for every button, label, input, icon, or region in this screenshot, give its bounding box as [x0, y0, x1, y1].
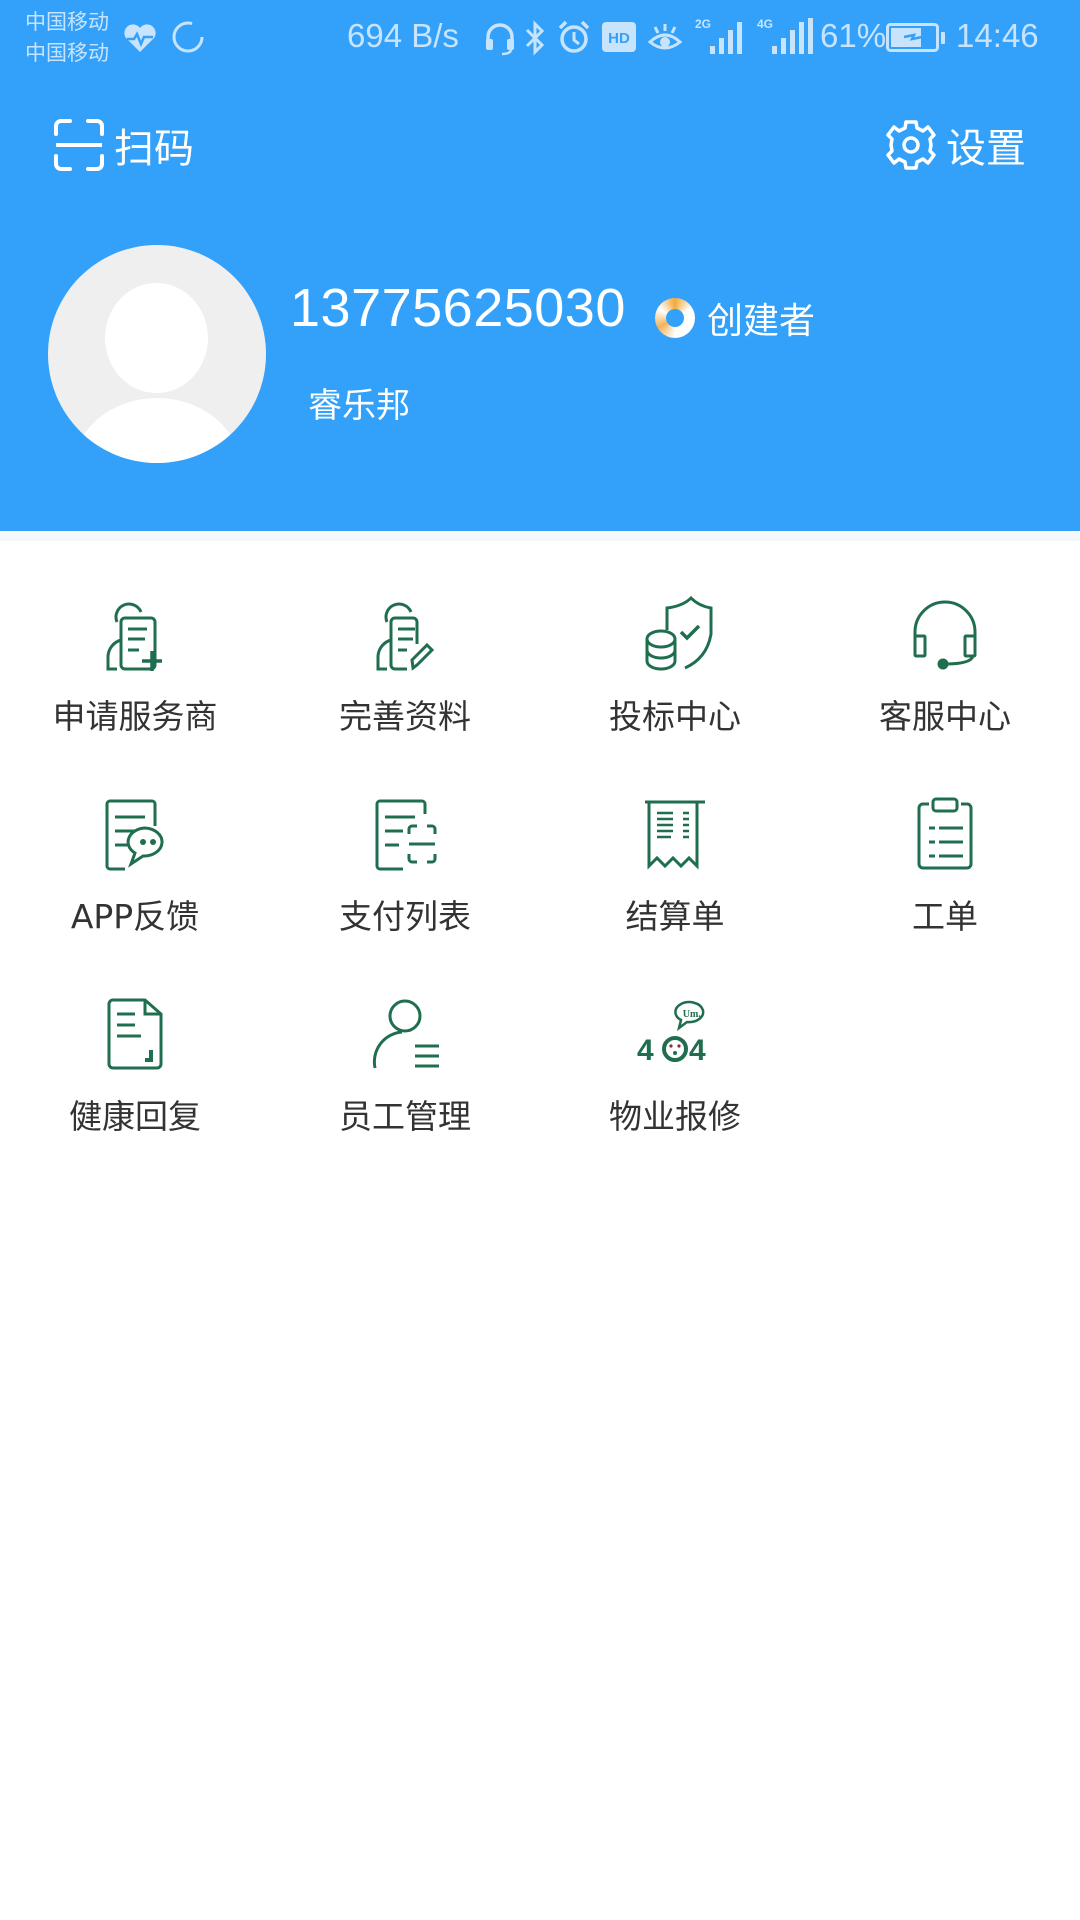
menu-item-apply-provider[interactable]: 申请服务商: [0, 580, 270, 780]
headset-icon: [484, 22, 516, 56]
receipt-icon: [635, 794, 715, 874]
feedback-chat-icon: [95, 794, 175, 874]
menu-item-label: 客服中心: [879, 697, 1011, 736]
staff-list-icon: [365, 994, 445, 1074]
avatar-head-shape: [105, 283, 208, 393]
menu-item-label: 支付列表: [339, 897, 471, 936]
scan-label: 扫码: [114, 126, 194, 172]
scan-icon: [52, 118, 106, 172]
menu-item-label: 工单: [912, 897, 978, 936]
role-badge: 创建者: [655, 292, 815, 344]
menu-item-label: 员工管理: [339, 1097, 471, 1136]
battery-percent: 61%: [820, 17, 887, 54]
role-ring-icon: [655, 298, 695, 338]
document-icon: [95, 994, 175, 1074]
loading-ring-icon: [171, 20, 205, 54]
menu-item-property-repair[interactable]: Um.. 4 4 物业报修: [540, 980, 810, 1180]
menu-item-edit-profile[interactable]: 完善资料: [270, 580, 540, 780]
apply-provider-icon: [95, 594, 175, 674]
eye-icon: [647, 20, 683, 54]
menu-item-payment-list[interactable]: 支付列表: [270, 780, 540, 980]
alarm-icon: [557, 19, 591, 55]
menu-item-label: 投标中心: [609, 697, 741, 736]
clipboard-icon: [905, 794, 985, 874]
battery-charging-icon: [886, 23, 948, 53]
company-name: 睿乐邦: [308, 386, 410, 426]
payment-list-icon: [365, 794, 445, 874]
404-repair-icon: Um.. 4 4: [635, 994, 715, 1074]
svg-text:4: 4: [637, 1034, 654, 1067]
svg-text:4G: 4G: [757, 17, 773, 31]
menu-item-label: 物业报修: [609, 1097, 741, 1136]
settings-label: 设置: [946, 126, 1026, 172]
menu-item-label: 完善资料: [339, 697, 471, 736]
bluetooth-icon: [524, 20, 546, 56]
svg-text:Um..: Um..: [683, 1009, 704, 1020]
menu-item-app-feedback[interactable]: APP反馈: [0, 780, 270, 980]
user-phone: 13775625030: [290, 278, 626, 338]
clock: 14:46: [956, 17, 1039, 54]
header-divider: [0, 533, 1080, 541]
menu-item-bidding-center[interactable]: 投标中心: [540, 580, 810, 780]
menu-item-settlement[interactable]: 结算单: [540, 780, 810, 980]
edit-profile-icon: [365, 594, 445, 674]
feature-grid: 申请服务商 完善资料 投标中心 客服中心 APP反馈 支付列表 结算单 工单 健…: [0, 580, 1080, 1180]
signal-2g-icon: 2G: [695, 16, 751, 56]
menu-item-label: APP反馈: [70, 897, 200, 936]
menu-item-label: 申请服务商: [52, 697, 218, 736]
menu-item-label: 结算单: [625, 897, 725, 936]
headset-service-icon: [905, 594, 985, 674]
net-speed: 694 B/s: [347, 17, 459, 54]
menu-item-health-reply[interactable]: 健康回复: [0, 980, 270, 1180]
carrier-1: 中国移动: [25, 10, 109, 34]
carrier-2: 中国移动: [25, 41, 109, 65]
avatar[interactable]: [48, 245, 266, 463]
role-label: 创建者: [707, 301, 816, 342]
hd-icon: HD: [602, 22, 636, 52]
svg-text:4: 4: [689, 1034, 706, 1067]
menu-item-customer-service[interactable]: 客服中心: [810, 580, 1080, 780]
svg-text:HD: HD: [608, 30, 630, 47]
svg-text:2G: 2G: [695, 17, 711, 31]
heart-rate-icon: [122, 22, 158, 54]
settings-button[interactable]: 设置: [884, 112, 1026, 178]
avatar-body-shape: [73, 398, 241, 463]
menu-item-staff-management[interactable]: 员工管理: [270, 980, 540, 1180]
bidding-shield-icon: [635, 594, 715, 674]
signal-4g-icon: 4G: [757, 16, 817, 56]
status-bar: 中国移动 中国移动 694 B/s HD 2G 4G 61% 14:46: [0, 0, 1080, 76]
scan-button[interactable]: 扫码: [52, 112, 194, 178]
menu-item-label: 健康回复: [69, 1097, 201, 1136]
menu-item-work-order[interactable]: 工单: [810, 780, 1080, 980]
gear-icon: [884, 118, 938, 172]
